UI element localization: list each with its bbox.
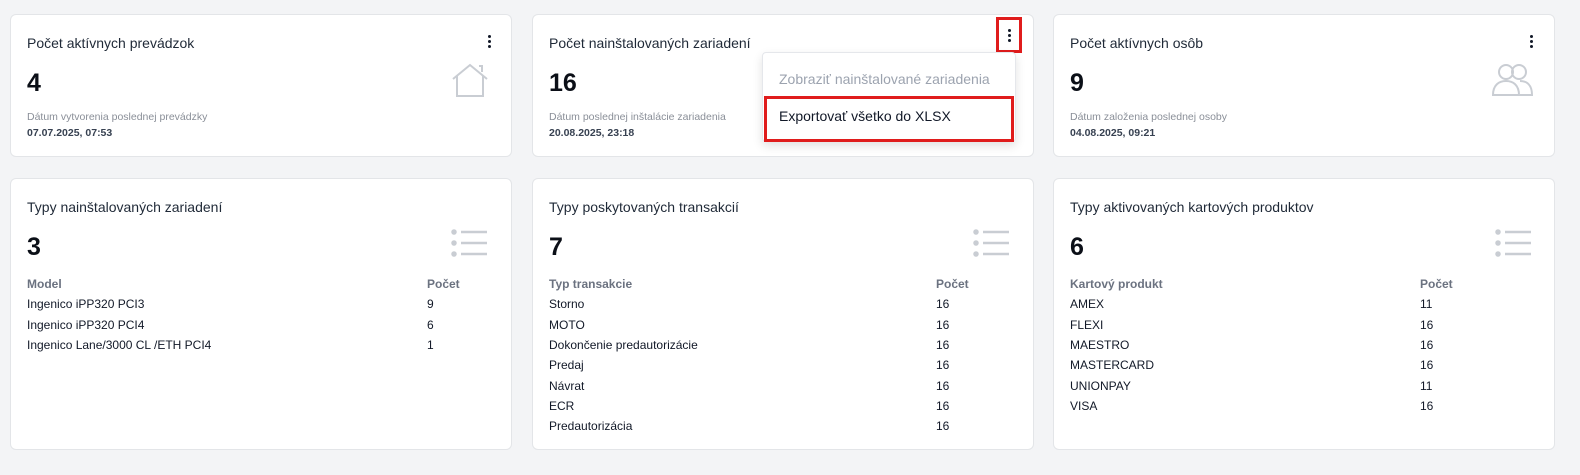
card-value: 3 xyxy=(27,233,41,261)
table-row: Návrat 16 xyxy=(549,378,950,393)
card-title: Počet aktívnych prevádzok xyxy=(27,35,195,51)
card-title: Typy nainštalovaných zariadení xyxy=(27,199,223,215)
table-row: FLEXI 16 xyxy=(1070,317,1434,332)
options-dropdown-menu: Zobraziť nainštalované zariadenia Export… xyxy=(762,52,1016,142)
foot-label: Dátum založenia poslednej osoby xyxy=(1070,111,1228,123)
foot-label: Dátum vytvorenia poslednej prevádzky xyxy=(27,111,208,123)
card-card-products: Typy aktivovaných kartových produktov 6 … xyxy=(1053,178,1555,450)
table-row: Predautorizácia 16 xyxy=(549,419,950,434)
menu-item-show-installed-devices[interactable]: Zobraziť nainštalované zariadenia xyxy=(779,71,990,87)
card-active-persons: Počet aktívnych osôb 9 Dátum založenia p… xyxy=(1053,14,1555,157)
users-icon xyxy=(1491,64,1534,96)
house-icon xyxy=(452,63,488,97)
table-row: VISA 16 xyxy=(1070,398,1434,413)
card-value: 4 xyxy=(27,69,41,97)
more-options-icon[interactable] xyxy=(1523,31,1539,51)
table-header: Typ transakcie Počet xyxy=(549,274,1017,294)
foot-value: 04.08.2025, 09:21 xyxy=(1070,127,1156,139)
table-row: Ingenico Lane/3000 CL /ETH PCI4 1 xyxy=(27,338,434,353)
more-options-icon[interactable] xyxy=(481,31,497,51)
table-row: MAESTRO 16 xyxy=(1070,338,1434,353)
card-value: 7 xyxy=(549,233,563,261)
table-header: Model Počet xyxy=(27,274,495,294)
card-products-table: Kartový produkt Počet AMEX 11 FLEXI 16 M… xyxy=(1070,274,1538,416)
table-row: Ingenico iPP320 PCI4 6 xyxy=(27,317,434,332)
table-row: MASTERCARD 16 xyxy=(1070,358,1434,373)
table-row: AMEX 11 xyxy=(1070,297,1433,312)
table-row: ECR 16 xyxy=(549,398,950,413)
card-title: Typy aktivovaných kartových produktov xyxy=(1070,199,1314,215)
column-header: Počet xyxy=(427,277,460,292)
foot-value: 07.07.2025, 07:53 xyxy=(27,127,113,139)
table-row: UNIONPAY 11 xyxy=(1070,378,1433,393)
column-header: Typ transakcie xyxy=(549,277,633,292)
column-header: Počet xyxy=(1420,277,1453,292)
foot-label: Dátum poslednej inštalácie zariadenia xyxy=(549,111,726,123)
list-icon xyxy=(973,229,1009,257)
card-value: 6 xyxy=(1070,233,1084,261)
table-row: Storno 16 xyxy=(549,297,950,312)
card-value: 16 xyxy=(549,69,577,97)
column-header: Model xyxy=(27,277,62,292)
more-options-icon[interactable] xyxy=(996,17,1022,53)
menu-item-export-xlsx[interactable]: Exportovať všetko do XLSX xyxy=(779,108,951,124)
column-header: Kartový produkt xyxy=(1070,277,1163,292)
card-title: Typy poskytovaných transakcií xyxy=(549,199,739,215)
column-header: Počet xyxy=(936,277,969,292)
transaction-types-table: Typ transakcie Počet Storno 16 MOTO 16 D… xyxy=(549,274,1017,436)
list-icon xyxy=(451,229,487,257)
card-transaction-types: Typy poskytovaných transakcií 7 Typ tran… xyxy=(532,178,1034,450)
table-row: MOTO 16 xyxy=(549,317,950,332)
table-row: Predaj 16 xyxy=(549,358,950,373)
table-header: Kartový produkt Počet xyxy=(1070,274,1538,294)
device-types-table: Model Počet Ingenico iPP320 PCI3 9 Ingen… xyxy=(27,274,495,355)
table-row: Ingenico iPP320 PCI3 9 xyxy=(27,297,434,312)
card-device-types: Typy nainštalovaných zariadení 3 Model P… xyxy=(10,178,512,450)
list-icon xyxy=(1495,229,1531,257)
card-active-stores: Počet aktívnych prevádzok 4 Dátum vytvor… xyxy=(10,14,512,157)
card-title: Počet nainštalovaných zariadení xyxy=(549,35,751,51)
card-title: Počet aktívnych osôb xyxy=(1070,35,1204,51)
foot-value: 20.08.2025, 23:18 xyxy=(549,127,635,139)
card-value: 9 xyxy=(1070,69,1084,97)
table-row: Dokončenie predautorizácie 16 xyxy=(549,338,950,353)
